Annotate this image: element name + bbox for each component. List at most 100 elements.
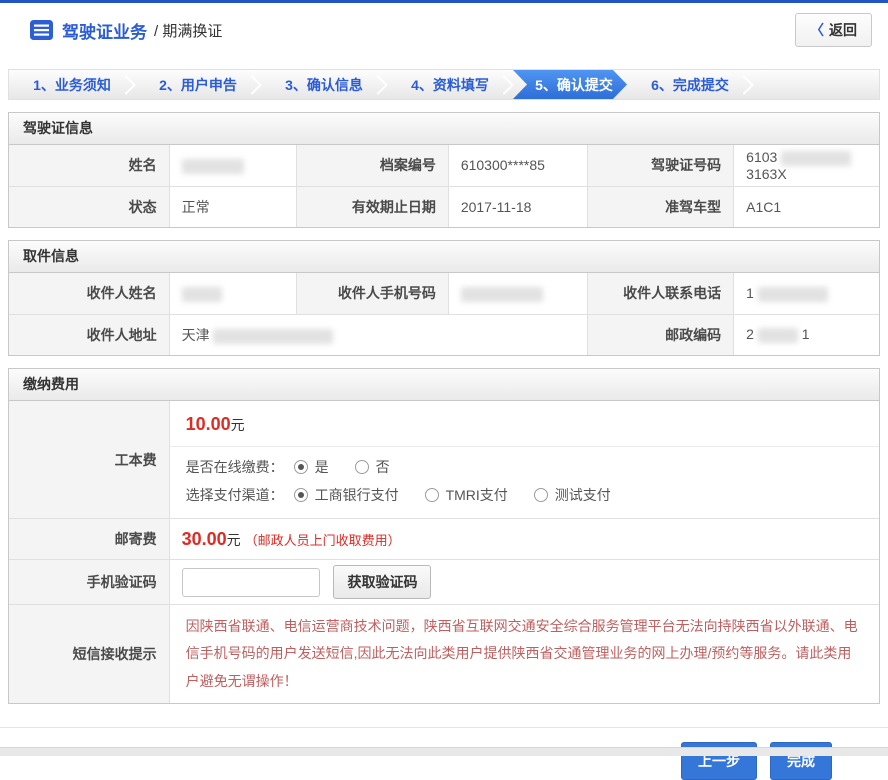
table-row: 状态 正常 有效期止日期 2017-11-18 准驾车型 A1C1 (9, 186, 879, 227)
radio-unchecked-icon[interactable] (425, 488, 439, 502)
online-payment-no-label: 否 (376, 457, 390, 477)
online-payment-question-row: 是否在线缴费： 是 否 (170, 453, 879, 481)
pickup-info-table: 收件人姓名 收件人手机号码 收件人联系电话 1 收件人地址 天津 邮政编码 2 … (9, 273, 879, 355)
recipient-name-label: 收件人姓名 (9, 273, 169, 314)
radio-checked-icon[interactable] (294, 460, 308, 474)
back-button-label: 返回 (829, 20, 857, 40)
breadcrumb-current: / 期满换证 (154, 20, 222, 41)
sms-notice-cell: 因陕西省联通、电信运营商技术问题，陕西省互联网交通安全综合服务管理平台无法向持陕… (169, 605, 879, 703)
sms-code-label: 手机验证码 (9, 560, 169, 605)
license-number-value: 6103 3163X (734, 145, 879, 186)
license-number-label: 驾驶证号码 (588, 145, 734, 186)
vehicle-class-label: 准驾车型 (588, 186, 734, 227)
radio-checked-icon[interactable] (294, 488, 308, 502)
mail-fee-amount: 30.00 (182, 529, 227, 549)
chevron-right-icon (734, 75, 754, 95)
license-number-prefix: 6103 (746, 149, 777, 165)
online-payment-yes-option[interactable]: 是 (294, 457, 329, 477)
step-label: 2、用户申告 (159, 75, 237, 95)
phone-prefix: 1 (746, 285, 754, 301)
redacted-postcode (758, 328, 798, 343)
table-row: 收件人姓名 收件人手机号码 收件人联系电话 1 (9, 273, 879, 314)
recipient-name-value (169, 273, 297, 314)
address-prefix: 天津 (182, 327, 210, 343)
step-label: 6、完成提交 (651, 75, 729, 95)
online-payment-no-option[interactable]: 否 (355, 457, 390, 477)
sms-code-input[interactable] (182, 568, 320, 597)
step-label: 1、业务须知 (33, 75, 111, 95)
sms-notice-text: 因陕西省联通、电信运营商技术问题，陕西省互联网交通安全综合服务管理平台无法向持陕… (186, 613, 863, 695)
mail-fee-value: 30.00元 （邮政人员上门收取费用） (169, 519, 879, 560)
recipient-address-value: 天津 (169, 314, 587, 355)
get-sms-code-button[interactable]: 获取验证码 (333, 565, 431, 599)
license-info-section: 驾驶证信息 姓名 档案编号 610300****85 驾驶证号码 6103 31… (8, 112, 880, 228)
channel-icbc-option[interactable]: 工商银行支付 (294, 485, 399, 505)
vehicle-class-value: A1C1 (734, 186, 879, 227)
table-row: 手机验证码 获取验证码 (9, 560, 879, 605)
channel-test-option[interactable]: 测试支付 (534, 485, 611, 505)
page-header: 驾驶证业务 / 期满换证 〈 返回 (0, 3, 888, 57)
mail-fee-unit: 元 (227, 532, 241, 548)
radio-unchecked-icon[interactable] (534, 488, 548, 502)
mail-fee-label: 邮寄费 (9, 519, 169, 560)
redacted-mobile (461, 287, 543, 302)
work-fee-amount-line: 10.00元 (170, 401, 879, 447)
license-number-suffix: 3163X (746, 166, 786, 182)
mail-fee-note: （邮政人员上门收取费用） (245, 533, 401, 548)
postcode-value: 2 1 (734, 314, 879, 355)
bottom-page-strip (0, 747, 888, 756)
recipient-mobile-value (448, 273, 587, 314)
online-payment-yes-label: 是 (315, 457, 329, 477)
redacted-phone (758, 287, 828, 302)
table-row: 姓名 档案编号 610300****85 驾驶证号码 6103 3163X (9, 145, 879, 186)
fee-section-title: 缴纳费用 (9, 369, 879, 401)
work-fee-unit: 元 (231, 417, 245, 433)
name-label: 姓名 (9, 145, 169, 186)
chevron-left-icon: 〈 (810, 20, 824, 40)
list-document-icon (30, 20, 53, 40)
recipient-address-label: 收件人地址 (9, 314, 169, 355)
radio-unchecked-icon[interactable] (355, 460, 369, 474)
fee-section: 缴纳费用 工本费 10.00元 是否在线缴费： 是 (8, 368, 880, 704)
recipient-phone-label: 收件人联系电话 (588, 273, 734, 314)
channel-tmri-option[interactable]: TMRI支付 (425, 485, 508, 505)
table-row: 邮寄费 30.00元 （邮政人员上门收取费用） (9, 519, 879, 560)
pickup-info-section: 取件信息 收件人姓名 收件人手机号码 收件人联系电话 1 收件人地址 天津 邮政… (8, 240, 880, 356)
work-fee-label: 工本费 (9, 401, 169, 519)
chevron-right-icon (368, 75, 388, 95)
step-6-finish-submit: 6、完成提交 (627, 70, 753, 99)
channel-tmri-label: TMRI支付 (446, 485, 508, 505)
postcode-suffix: 1 (802, 326, 810, 342)
name-value (169, 145, 297, 186)
chevron-right-icon (494, 75, 514, 95)
recipient-phone-value: 1 (734, 273, 879, 314)
step-label: 4、资料填写 (411, 75, 489, 95)
valid-until-value: 2017-11-18 (448, 186, 587, 227)
postcode-prefix: 2 (746, 326, 754, 342)
status-label: 状态 (9, 186, 169, 227)
payment-options-block: 是否在线缴费： 是 否 选择支付渠道： (170, 447, 879, 518)
channel-test-label: 测试支付 (555, 485, 611, 505)
step-label: 3、确认信息 (285, 75, 363, 95)
payment-channel-question: 选择支付渠道： (186, 485, 284, 505)
pickup-info-section-title: 取件信息 (9, 241, 879, 273)
work-fee-amount: 10.00 (186, 414, 231, 434)
chevron-right-icon (116, 75, 136, 95)
work-fee-value: 10.00元 是否在线缴费： 是 否 (169, 401, 879, 519)
step-wizard-bar: 1、业务须知 2、用户申告 3、确认信息 4、资料填写 5、确认提交 6、完成提… (8, 69, 880, 100)
table-row: 短信接收提示 因陕西省联通、电信运营商技术问题，陕西省互联网交通安全综合服务管理… (9, 605, 879, 703)
page-title: 驾驶证业务 (62, 18, 147, 43)
file-number-label: 档案编号 (297, 145, 448, 186)
fee-table: 工本费 10.00元 是否在线缴费： 是 否 (9, 401, 879, 703)
channel-icbc-label: 工商银行支付 (315, 485, 399, 505)
table-row: 工本费 10.00元 是否在线缴费： 是 否 (9, 401, 879, 519)
license-info-table: 姓名 档案编号 610300****85 驾驶证号码 6103 3163X 状态… (9, 145, 879, 227)
step-bar-filler (753, 70, 879, 99)
step-5-confirm-submit-active: 5、确认提交 (513, 70, 627, 99)
step-1-business-notice: 1、业务须知 (9, 70, 135, 99)
status-value: 正常 (169, 186, 297, 227)
step-2-user-declaration: 2、用户申告 (135, 70, 261, 99)
chevron-right-icon (242, 75, 262, 95)
back-button[interactable]: 〈 返回 (795, 13, 872, 47)
sms-notice-label: 短信接收提示 (9, 605, 169, 703)
